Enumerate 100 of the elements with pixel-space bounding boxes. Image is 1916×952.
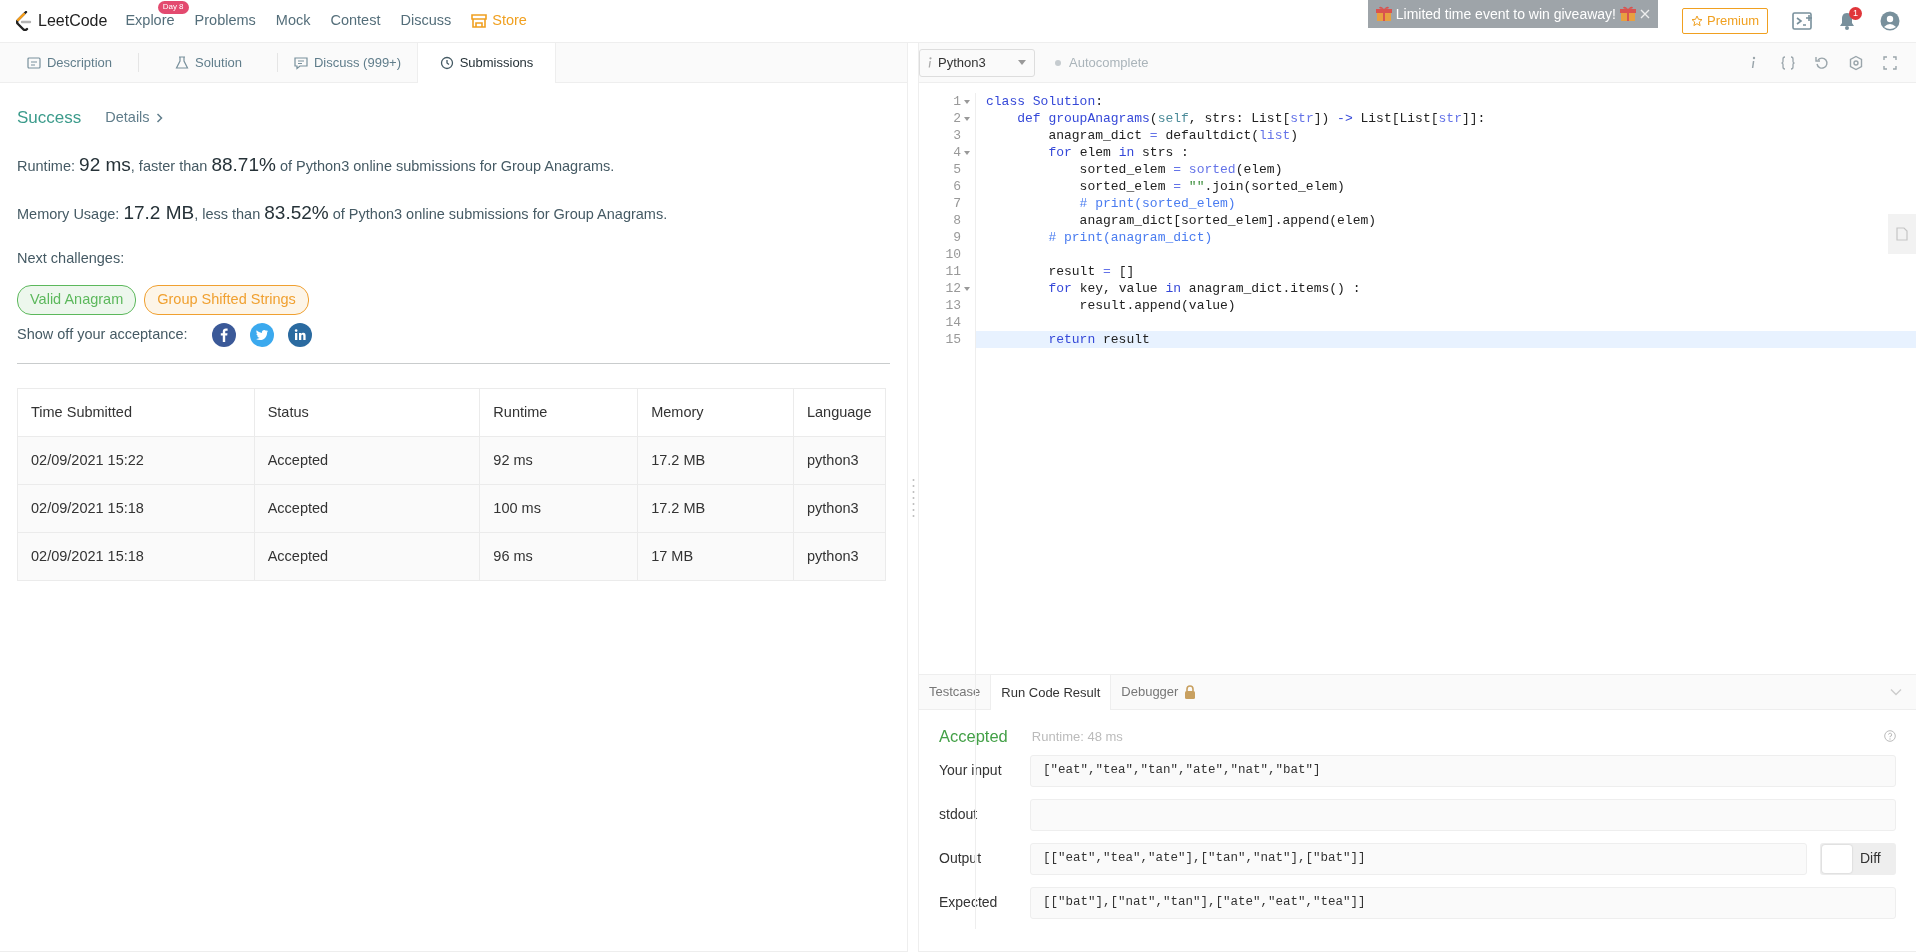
notification-badge: 1 <box>1849 7 1862 20</box>
fold-icon[interactable] <box>964 286 970 291</box>
line-number: 14 <box>945 314 961 331</box>
panel-tab[interactable]: Submissions <box>417 43 556 83</box>
table-cell: 92 ms <box>479 436 638 485</box>
console-tab[interactable]: Testcase <box>919 675 991 709</box>
runtime-text: Runtime: 48 ms <box>1031 727 1123 746</box>
table-cell: 02/09/2021 15:22 <box>17 436 255 485</box>
line-number: 6 <box>953 178 961 195</box>
fullscreen-icon[interactable] <box>1882 54 1898 71</box>
output-field: [["eat","tea","ate"],["tan","nat"],["bat"]] <box>1030 842 1807 875</box>
language-select[interactable]: Python3 <box>919 48 1035 77</box>
line-number: 12 <box>945 280 961 297</box>
result-status: Success <box>17 107 82 129</box>
page-icon <box>1896 227 1908 241</box>
nav-link[interactable]: Problems <box>194 10 256 32</box>
fold-icon[interactable] <box>964 99 970 104</box>
console-icon[interactable] <box>1792 11 1814 31</box>
fold-icon[interactable] <box>964 116 970 121</box>
caret-icon <box>1018 60 1026 65</box>
code-line: anagram_dict = defaultdict(list) <box>1047 128 1299 143</box>
line-number: 5 <box>953 161 961 178</box>
console-tab[interactable]: Debugger <box>1111 675 1207 709</box>
column-header: Memory <box>637 388 794 437</box>
code-line: # print(anagram_dict) <box>1047 230 1213 245</box>
braces-icon[interactable] <box>1780 54 1796 71</box>
line-number: 11 <box>945 263 961 280</box>
star-icon <box>1691 15 1703 27</box>
details-link[interactable]: Details <box>105 106 163 129</box>
field-label: Expected <box>939 893 999 913</box>
panel-tab[interactable]: Discuss (999+) <box>278 43 417 82</box>
fold-icon[interactable] <box>964 150 970 155</box>
collapse-icon[interactable] <box>1890 688 1902 696</box>
resize-handle[interactable] <box>911 477 915 518</box>
help-icon[interactable] <box>1884 730 1896 743</box>
flask-icon <box>175 55 189 70</box>
line-number: 10 <box>945 246 961 263</box>
code-line: sorted_elem = sorted(elem) <box>1078 162 1283 177</box>
code-line: sorted_elem = "".join(sorted_elem) <box>1078 179 1345 194</box>
column-header: Runtime <box>479 388 638 437</box>
line-number: 3 <box>953 127 961 144</box>
logo-text[interactable]: LeetCode <box>38 9 108 33</box>
reset-icon[interactable] <box>1814 54 1830 71</box>
line-number: 1 <box>953 93 961 110</box>
output-field: [["bat"],["nat","tan"],["ate","eat","tea"]] <box>1030 886 1896 919</box>
result-status: Accepted <box>939 726 1008 747</box>
code-line: result = [] <box>1047 264 1135 279</box>
code-line: class Solution: <box>986 94 1104 109</box>
twitter-icon[interactable] <box>249 323 274 347</box>
facebook-icon[interactable] <box>211 323 236 347</box>
logo-icon <box>16 11 32 31</box>
stat-sentence: Memory Usage: 17.2 MB, less than 83.52% of Python3 online submissions for Group Anagrams. <box>17 201 669 225</box>
table-cell: 17.2 MB <box>637 436 794 485</box>
line-number: 9 <box>953 229 961 246</box>
console-tab[interactable]: Run Code Result <box>990 675 1112 710</box>
linkedin-icon[interactable] <box>287 323 312 347</box>
table-cell: 96 ms <box>479 532 638 581</box>
line-number: 2 <box>953 110 961 127</box>
chevron-icon <box>155 112 163 123</box>
close-icon[interactable] <box>1640 9 1650 19</box>
avatar-icon[interactable] <box>1880 11 1900 31</box>
settings-icon[interactable] <box>1848 54 1864 71</box>
panel-tab[interactable]: Solution <box>139 43 278 82</box>
lock-icon <box>1184 685 1197 699</box>
table-cell: 02/09/2021 15:18 <box>17 532 255 581</box>
status-link[interactable]: Accepted <box>254 436 480 485</box>
banner-text: Limited time event to win giveaway! <box>1395 4 1616 24</box>
code-line: for elem in strs : <box>1047 145 1189 160</box>
code-line: # print(sorted_elem) <box>1078 196 1236 211</box>
bell-icon[interactable] <box>1838 11 1856 31</box>
clock-icon <box>439 56 454 70</box>
share-label: Show off your acceptance: <box>17 325 188 345</box>
info-icon <box>928 57 932 68</box>
code-line: def groupAnagrams(self, strs: List[str]) -> List[List[str]]: <box>1016 111 1486 126</box>
line-number: 13 <box>945 297 961 314</box>
panel-tab[interactable]: Description <box>0 43 139 82</box>
output-field: ["eat","tea","tan","ate","nat","bat"] <box>1030 754 1896 787</box>
status-link[interactable]: Accepted <box>254 484 480 533</box>
table-cell: 02/09/2021 15:18 <box>17 484 255 533</box>
line-number: 7 <box>953 195 961 212</box>
table-cell: 17 MB <box>637 532 794 581</box>
section-label: Next challenges: <box>17 248 126 268</box>
nav-link[interactable]: Mock <box>275 10 311 32</box>
day-badge: Day 8 <box>157 1 189 14</box>
table-cell: python3 <box>793 484 886 533</box>
diff-toggle[interactable]: Diff <box>1820 842 1896 875</box>
gift-icon <box>1620 6 1636 22</box>
column-header: Status <box>254 388 480 437</box>
nav-link[interactable]: Discuss <box>400 10 452 32</box>
store-icon <box>471 14 488 28</box>
chat-icon <box>293 55 308 70</box>
table-cell: python3 <box>793 532 886 581</box>
table-cell: 100 ms <box>479 484 638 533</box>
code-line: anagram_dict[sorted_elem].append(elem) <box>1078 213 1377 228</box>
code-line: result.append(value) <box>1078 298 1236 313</box>
stat-sentence: Runtime: 92 ms, faster than 88.71% of Python3 online submissions for Group Anagrams. <box>17 152 616 177</box>
line-number: 8 <box>953 212 961 229</box>
status-link[interactable]: Accepted <box>254 532 480 581</box>
nav-link[interactable]: Contest <box>330 10 381 32</box>
table-cell: python3 <box>793 436 886 485</box>
